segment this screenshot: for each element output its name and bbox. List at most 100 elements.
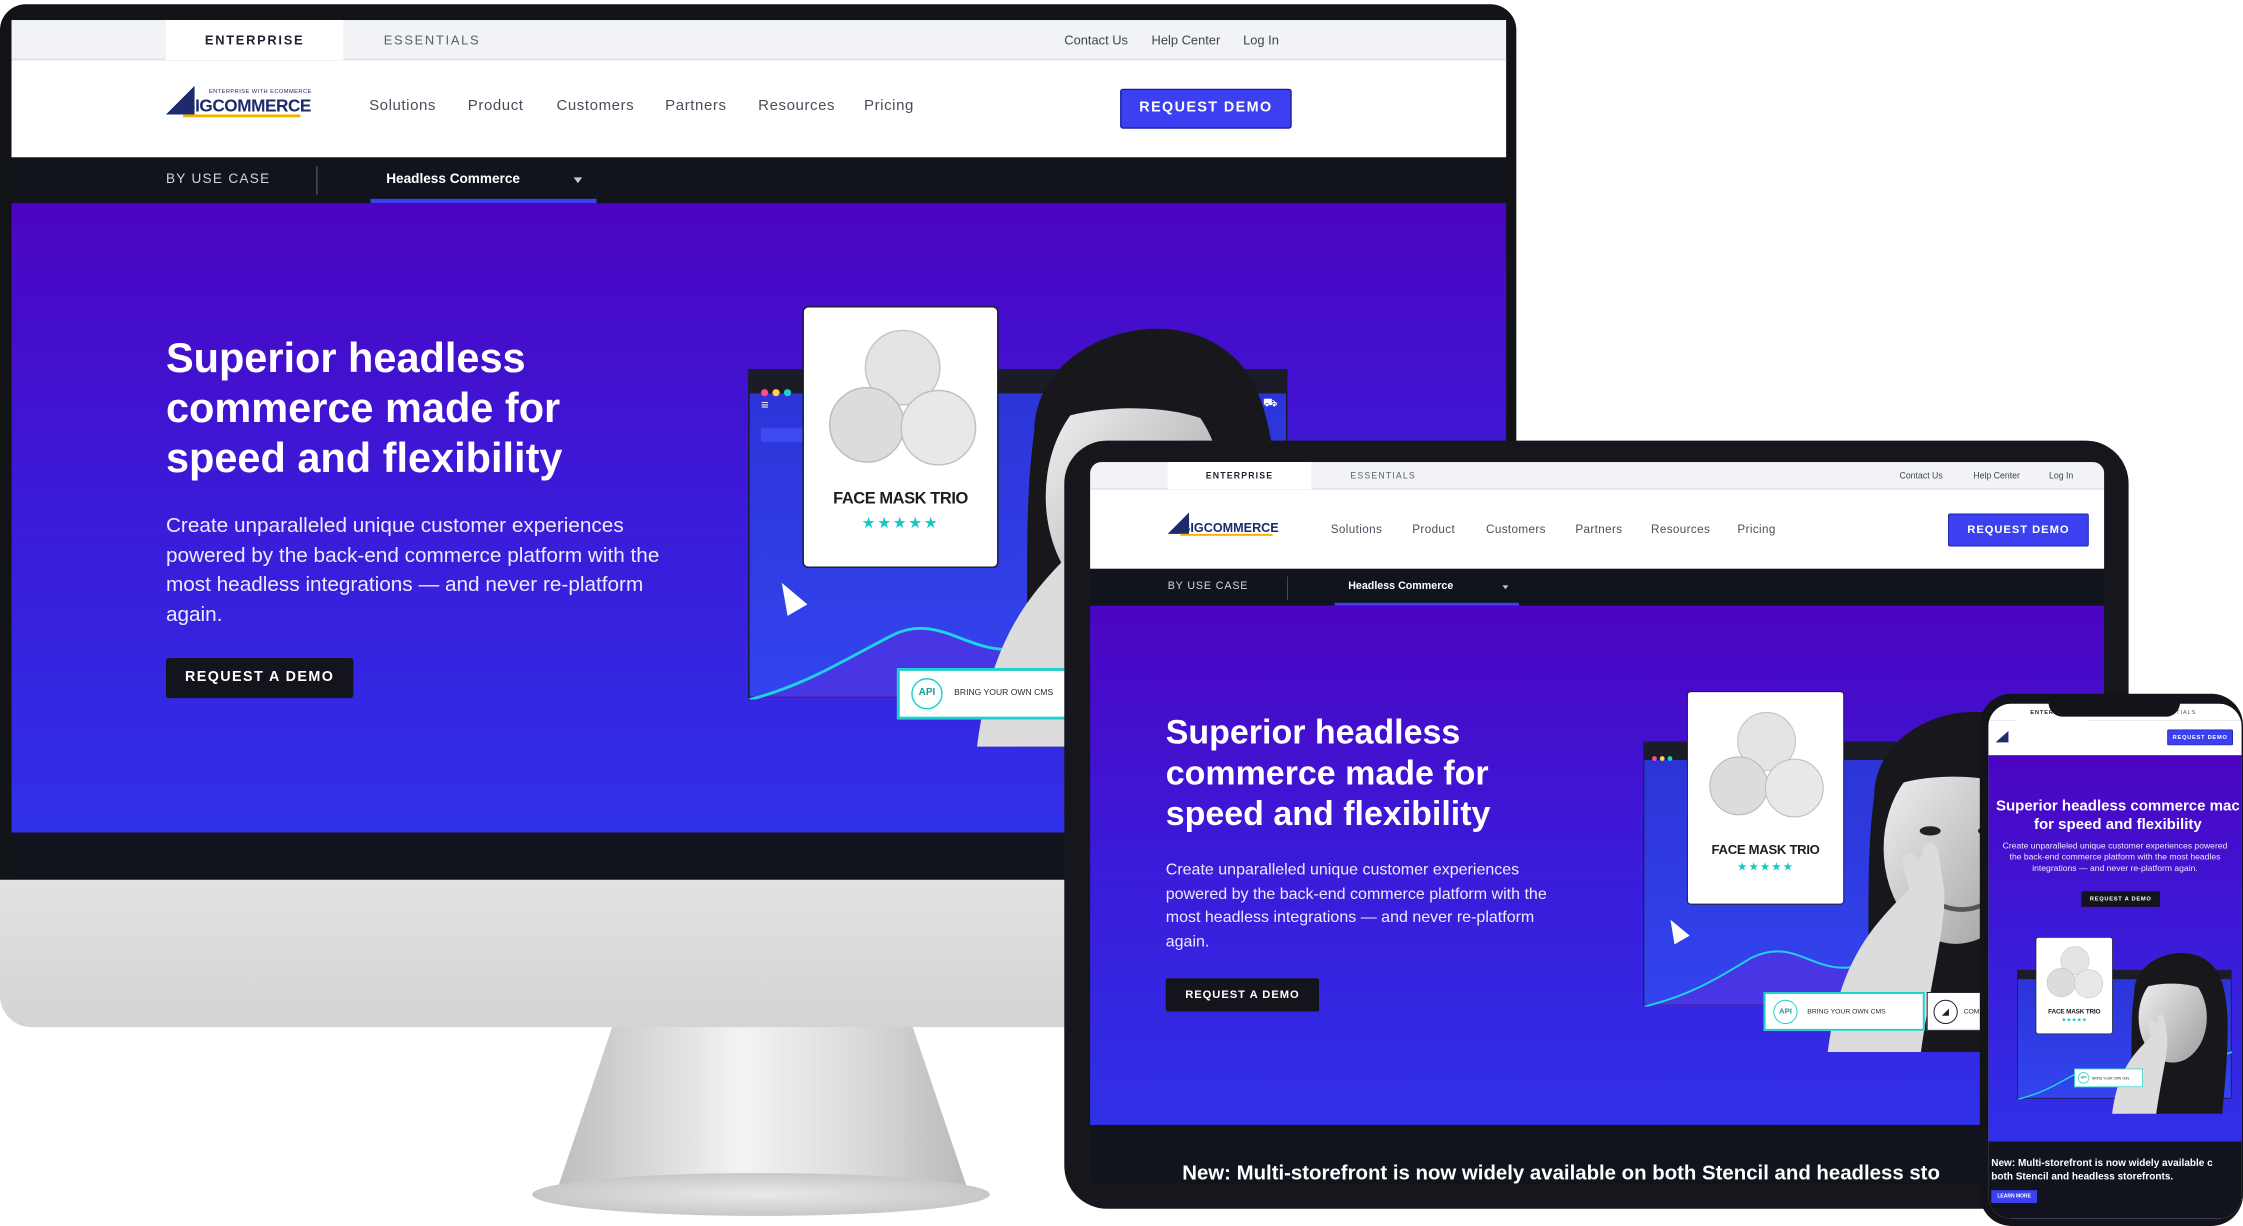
dot-icon	[772, 389, 780, 397]
bigcommerce-logo[interactable]: BIGCOMMERCE ENTERPRISE WITH ECOMMERCE	[165, 85, 311, 123]
rating-stars: ★★★★★	[2061, 1016, 2088, 1023]
use-case-bar: BY USE CASE Headless Commerce	[11, 157, 1507, 204]
request-a-demo-button[interactable]: REQUEST A DEMO	[1165, 978, 1320, 1012]
nav-pricing[interactable]: Pricing	[864, 97, 914, 114]
hero-headline: Superior headless commerce mac for speed…	[1988, 797, 2241, 834]
dot-icon	[783, 389, 792, 397]
window-dots	[1652, 748, 1675, 765]
by-use-case-label: BY USE CASE	[1167, 580, 1249, 593]
subnav-divider	[1287, 576, 1289, 600]
nav-solutions[interactable]: Solutions	[1331, 522, 1382, 536]
hero-body-line: Create unparalleled unique customer expe…	[165, 514, 624, 538]
request-a-demo-button[interactable]: REQUEST A DEMO	[2081, 891, 2161, 907]
contact-us-link[interactable]: Contact Us	[1064, 20, 1128, 60]
hero-body-line: powered by the back-end commerce platfor…	[1165, 884, 1547, 903]
subnav-divider	[316, 165, 318, 195]
request-a-demo-button[interactable]: REQUEST A DEMO	[165, 658, 354, 699]
product-card[interactable]: FACE MASK TRIO ★★★★★	[2035, 936, 2113, 1035]
api-badge-icon: API	[1773, 999, 1798, 1024]
hero-section: Superior headless commerce mac for speed…	[1988, 755, 2242, 1142]
main-nav: BIGCOMMERCE Solutions Product Customers …	[1090, 489, 2105, 569]
hero-body-line: the back-end commerce platform with the …	[2009, 851, 2221, 862]
rating-stars: ★★★★★	[861, 514, 940, 533]
hero-section: Superior headless commerce made for spee…	[1090, 605, 2105, 1125]
use-case-bar: BY USE CASE Headless Commerce	[1090, 568, 2105, 606]
nav-resources[interactable]: Resources	[758, 97, 835, 114]
tab-enterprise[interactable]: ENTERPRISE	[165, 20, 344, 61]
announcement-bar: New: Multi-storefront is now widely avai…	[1090, 1124, 2105, 1185]
phone-screen: ENTERPRISE ESSENTIALS REQUEST DEMO Super…	[1988, 703, 2242, 1219]
product-name: FACE MASK TRIO	[833, 490, 968, 508]
hero-headline-line: Superior headless	[165, 336, 526, 382]
announcement-text: New: Multi-storefront is now widely avai…	[1182, 1161, 1940, 1185]
nav-product[interactable]: Product	[468, 97, 524, 114]
logo-tagline: ENTERPRISE WITH ECOMMERCE	[208, 87, 312, 95]
hero-headline-line: Superior headless commerce mac	[1995, 797, 2240, 814]
by-use-case-label: BY USE CASE	[165, 171, 271, 188]
hero-body-line: most headless integrations — and never r…	[1165, 908, 1535, 926]
api-badge-icon: API	[2077, 1072, 2090, 1084]
request-demo-button[interactable]: REQUEST DEMO	[1120, 88, 1292, 129]
nav-pricing[interactable]: Pricing	[1737, 522, 1775, 536]
main-nav: BIGCOMMERCE ENTERPRISE WITH ECOMMERCE So…	[11, 60, 1507, 158]
bigcommerce-logo[interactable]: BIGCOMMERCE	[1167, 512, 1279, 540]
request-demo-button[interactable]: REQUEST DEMO	[1948, 513, 2089, 547]
hero-body-line: integrations — and never re-platform aga…	[2032, 863, 2198, 874]
learn-more-button[interactable]: LEARN MORE	[1991, 1190, 2038, 1204]
product-card[interactable]: FACE MASK TRIO ★★★★★	[1686, 691, 1845, 905]
hero-headline-line: commerce made for	[1165, 754, 1489, 793]
product-image	[1709, 711, 1824, 818]
log-in-link[interactable]: Log In	[1243, 20, 1279, 60]
hero-body: Create unparalleled unique customer expe…	[1988, 840, 2241, 874]
nav-solutions[interactable]: Solutions	[369, 97, 436, 114]
phone-notch	[2048, 696, 2181, 717]
product-image	[2046, 946, 2104, 999]
hero-body-line: again.	[1165, 932, 1210, 950]
hero-body: Create unparalleled unique customer expe…	[1166, 858, 1632, 953]
logo-wordmark: BIGCOMMERCE	[183, 95, 311, 116]
chevron-down-icon[interactable]	[573, 177, 583, 184]
tablet-screen: ENTERPRISE ESSENTIALS Contact Us Help Ce…	[1090, 462, 2105, 1185]
dot-icon	[1659, 756, 1665, 761]
hero-body-line: most headless integrations — and never r…	[165, 573, 644, 597]
hero-body-line: powered by the back-end commerce platfor…	[165, 544, 660, 568]
nav-product[interactable]: Product	[1412, 522, 1455, 536]
api-badge-icon: API	[911, 678, 943, 710]
api-integration-pill: API BRING YOUR OWN CMS	[1763, 991, 1925, 1031]
bigcommerce-logo[interactable]	[1995, 730, 2010, 744]
announcement-bar: New: Multi-storefront is now widely avai…	[1988, 1141, 2242, 1219]
logo-wordmark: BIGCOMMERCE	[1181, 520, 1279, 535]
nav-partners[interactable]: Partners	[1575, 522, 1622, 536]
product-image	[828, 329, 977, 466]
request-demo-button[interactable]: REQUEST DEMO	[2167, 729, 2234, 746]
hero-body-line: Create unparalleled unique customer expe…	[2002, 840, 2228, 851]
product-card[interactable]: FACE MASK TRIO ★★★★★	[802, 306, 999, 568]
help-center-link[interactable]: Help Center	[1152, 20, 1221, 60]
commerce-pill-label: COM	[1963, 1008, 1980, 1015]
main-nav: REQUEST DEMO	[1988, 720, 2242, 756]
hero-headline-line: Superior headless	[1165, 713, 1461, 752]
announcement-line: New: Multi-storefront is now widely avai…	[1991, 1156, 2213, 1169]
hero-headline: Superior headless commerce made for spee…	[166, 335, 767, 485]
hero-body: Create unparalleled unique customer expe…	[166, 512, 738, 629]
use-case-select[interactable]: Headless Commerce	[1348, 580, 1453, 592]
nav-partners[interactable]: Partners	[665, 97, 726, 114]
tab-essentials[interactable]: ESSENTIALS	[1311, 462, 1455, 489]
tab-essentials[interactable]: ESSENTIALS	[343, 20, 520, 60]
chevron-down-icon[interactable]	[1502, 585, 1509, 590]
nav-customers[interactable]: Customers	[556, 97, 634, 114]
dot-icon	[1652, 756, 1657, 761]
nav-resources[interactable]: Resources	[1651, 522, 1710, 536]
api-pill-label: BRING YOUR OWN CMS	[1807, 1008, 1886, 1015]
announcement-text: New: Multi-storefront is now widely avai…	[1991, 1156, 2212, 1183]
log-in-link[interactable]: Log In	[2049, 462, 2073, 489]
contact-us-link[interactable]: Contact Us	[1900, 462, 1943, 489]
woman-portrait-image	[2112, 953, 2228, 1114]
api-pill-label: BRING YOUR OWN CMS	[2092, 1076, 2130, 1080]
hero-headline-line: speed and flexibility	[165, 436, 563, 483]
help-center-link[interactable]: Help Center	[1973, 462, 2020, 489]
nav-customers[interactable]: Customers	[1486, 522, 1546, 536]
use-case-select[interactable]: Headless Commerce	[386, 172, 520, 188]
tab-enterprise[interactable]: ENTERPRISE	[1167, 462, 1312, 490]
hero-body-line: again.	[165, 602, 223, 626]
